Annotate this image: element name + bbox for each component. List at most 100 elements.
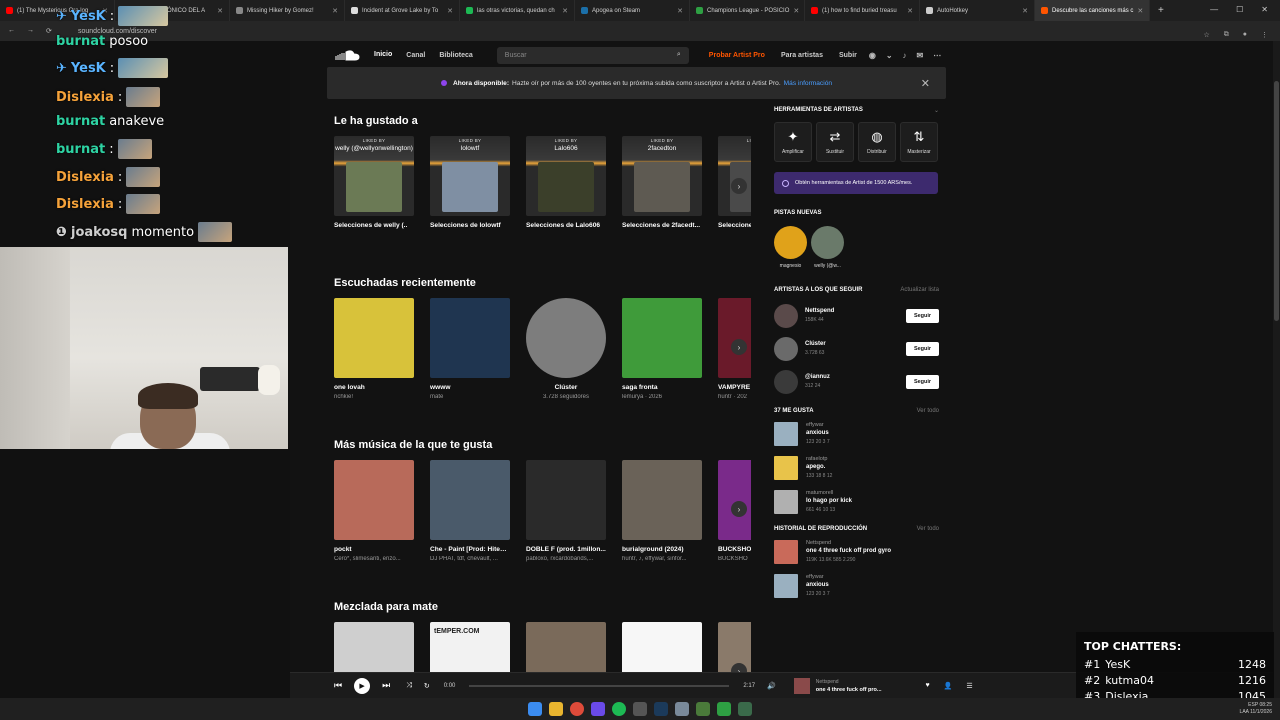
- track-subtitle[interactable]: 3.728 seguidores: [526, 394, 606, 400]
- track-thumbnail[interactable]: [774, 540, 798, 564]
- browser-tab[interactable]: (1) how to find buried treasu ✕: [805, 0, 920, 21]
- track-subtitle[interactable]: lemurya · 2026: [622, 394, 702, 400]
- bookmark-icon[interactable]: ☆: [1203, 31, 1209, 39]
- track-title[interactable]: apego.: [806, 464, 832, 470]
- tab-close-icon[interactable]: ✕: [562, 7, 568, 15]
- track-thumbnail[interactable]: [774, 456, 798, 480]
- tab-close-icon[interactable]: ✕: [1022, 7, 1028, 15]
- messages-icon[interactable]: ✉: [917, 51, 924, 60]
- track-title[interactable]: BUCKSHO: [718, 546, 751, 553]
- track-title[interactable]: anxious: [806, 430, 830, 436]
- playlist-artwork[interactable]: LIKED BY: [718, 136, 751, 216]
- close-icon[interactable]: ✕: [921, 77, 930, 90]
- play-button[interactable]: ▶: [354, 677, 371, 694]
- browser-tab[interactable]: Incident at Grove Lake by To ✕: [345, 0, 460, 21]
- tool-master-button[interactable]: ⇅ Masterizar: [900, 122, 938, 162]
- artist-name[interactable]: Nettspend: [805, 308, 834, 314]
- chrome-icon[interactable]: [570, 702, 584, 716]
- follow-button[interactable]: Seguir: [906, 308, 939, 323]
- avatar[interactable]: [774, 226, 807, 259]
- track-user[interactable]: Nettspend: [806, 540, 891, 546]
- chevron-down-icon[interactable]: ⌄: [886, 51, 893, 60]
- tab-close-icon[interactable]: ✕: [447, 7, 453, 15]
- steam-icon[interactable]: [654, 702, 668, 716]
- track-artwork[interactable]: [334, 298, 414, 378]
- search-input[interactable]: Buscar ⌕: [496, 46, 689, 64]
- repeat-icon[interactable]: ↻: [424, 682, 430, 690]
- track-item[interactable]: rafaelotp apego. 133 18 8 12: [774, 456, 939, 490]
- track-card[interactable]: one lovah richkie!: [334, 298, 414, 400]
- new-track-item[interactable]: welly (@w...: [811, 226, 844, 269]
- track-title[interactable]: lo hago por kick: [806, 498, 852, 504]
- browser-tab[interactable]: Apogea on Steam ✕: [575, 0, 690, 21]
- tool-replace-button[interactable]: ⇄ Sustituir: [816, 122, 854, 162]
- windows-start-icon[interactable]: [528, 702, 542, 716]
- close-icon[interactable]: ✕: [1261, 5, 1268, 14]
- playlist-artwork[interactable]: LIKED BY Lalo606: [526, 136, 606, 216]
- track-thumbnail[interactable]: [774, 490, 798, 514]
- previous-icon[interactable]: ⏮: [334, 680, 342, 691]
- search-icon[interactable]: ⌕: [677, 51, 681, 59]
- track-subtitle[interactable]: BUCKSHO: [718, 556, 751, 562]
- track-card[interactable]: Che - Paint [Prod: Hitec ... DJ PHAT, tdf…: [430, 460, 510, 562]
- track-card[interactable]: DOBLE F (prod. 1millon... pabloxo, rxcard…: [526, 460, 606, 562]
- reload-icon[interactable]: ⟳: [46, 27, 52, 35]
- progress-bar[interactable]: [469, 684, 730, 687]
- track-title[interactable]: one 4 three fuck off prod gyro: [806, 548, 891, 554]
- shuffle-icon[interactable]: ⤨: [406, 682, 412, 690]
- playlist-title[interactable]: Selecciones de 2facedt...: [622, 222, 702, 229]
- track-thumbnail[interactable]: [774, 574, 798, 598]
- file-explorer-icon[interactable]: [549, 702, 563, 716]
- artist-name[interactable]: @iannuz: [805, 374, 830, 380]
- avatar[interactable]: ◉: [869, 51, 876, 60]
- nav-feed[interactable]: Canal: [406, 43, 425, 68]
- maximize-icon[interactable]: ☐: [1236, 5, 1243, 14]
- track-title[interactable]: anxious: [806, 582, 830, 588]
- notifications-icon[interactable]: ♪: [903, 51, 907, 60]
- avatar[interactable]: [774, 336, 798, 361]
- track-title[interactable]: pockt: [334, 546, 414, 553]
- track-user[interactable]: effywar: [806, 574, 830, 580]
- track-artwork[interactable]: [430, 298, 510, 378]
- track-user[interactable]: effywar: [806, 422, 830, 428]
- app-icon[interactable]: [696, 702, 710, 716]
- minimize-icon[interactable]: —: [1210, 5, 1218, 14]
- track-title[interactable]: Che - Paint [Prod: Hitec ...: [430, 546, 510, 553]
- track-item[interactable]: matumorell lo hago por kick 661 46 10 13: [774, 490, 939, 524]
- track-thumbnail[interactable]: [774, 422, 798, 446]
- playlist-title[interactable]: Selecciones de lolowtf: [430, 222, 510, 229]
- try-artist-pro-link[interactable]: Probar Artist Pro: [709, 52, 765, 59]
- tab-close-icon[interactable]: ✕: [793, 7, 799, 15]
- scrollbar-thumb[interactable]: [1274, 81, 1279, 321]
- track-subtitle[interactable]: huntr · 202: [718, 394, 751, 400]
- artist-pro-button[interactable]: Obtén herramientas de Artist de 1500 ARS…: [774, 172, 938, 194]
- track-card[interactable]: Clúster 3.728 seguidores: [526, 298, 606, 400]
- track-artwork[interactable]: [334, 460, 414, 540]
- more-icon[interactable]: ⋯: [933, 51, 941, 60]
- tab-close-icon[interactable]: ✕: [217, 7, 223, 15]
- avatar[interactable]: [811, 226, 844, 259]
- track-subtitle[interactable]: richkie!: [334, 394, 414, 400]
- nav-home[interactable]: Inicio: [374, 42, 393, 69]
- back-icon[interactable]: ←: [8, 27, 15, 35]
- follow-button[interactable]: Seguir: [906, 374, 939, 389]
- app-icon[interactable]: [738, 702, 752, 716]
- playlist-card[interactable]: LIKED BY welly (@wellyonwellington) Selecc…: [334, 136, 414, 229]
- track-card[interactable]: wwww mate: [430, 298, 510, 400]
- track-title[interactable]: wwww: [430, 384, 510, 391]
- browser-tab[interactable]: las otras victorias, quedan ch ✕: [460, 0, 575, 21]
- volume-icon[interactable]: 🔊: [767, 682, 776, 690]
- page-scrollbar[interactable]: [1273, 41, 1280, 698]
- banner-more-link[interactable]: Más información: [784, 80, 832, 87]
- track-title[interactable]: one lovah: [334, 384, 414, 391]
- track-item[interactable]: effywar anxious 123 20 3 7: [774, 574, 939, 608]
- avatar[interactable]: [774, 369, 798, 394]
- track-card[interactable]: pockt Cero*, slimesanti, enzo...: [334, 460, 414, 562]
- track-card[interactable]: burialground (2024) huntr, ♪, effywar, si…: [622, 460, 702, 562]
- track-artwork[interactable]: [622, 460, 702, 540]
- browser-tab[interactable]: AutoHotkey ✕: [920, 0, 1035, 21]
- tab-close-icon[interactable]: ✕: [1137, 7, 1143, 15]
- soundcloud-logo-icon[interactable]: [334, 49, 360, 61]
- tab-close-icon[interactable]: ✕: [907, 7, 913, 15]
- like-icon[interactable]: ♥: [926, 682, 930, 689]
